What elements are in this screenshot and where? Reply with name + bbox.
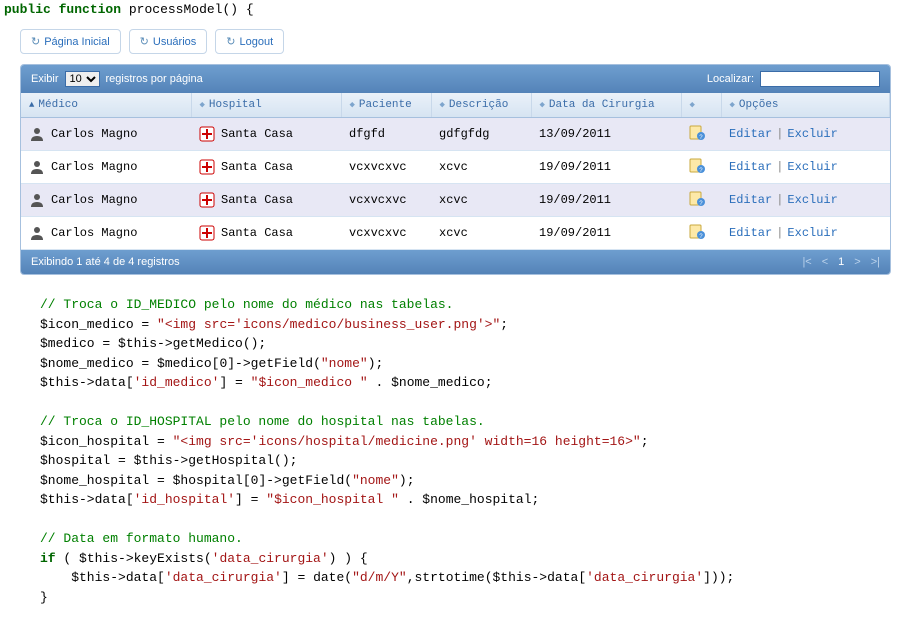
cell-paciente: dfgfd xyxy=(341,118,431,151)
cell-actions: Editar|Excluir xyxy=(721,118,890,151)
home-button[interactable]: ↻Página Inicial xyxy=(20,29,121,54)
cell-descricao: xcvc xyxy=(431,151,531,184)
user-icon xyxy=(29,126,45,142)
help-icon: ? xyxy=(689,223,705,239)
hospital-icon xyxy=(199,126,215,142)
cell-data: 19/09/2011 xyxy=(531,217,681,250)
edit-link[interactable]: Editar xyxy=(729,160,772,174)
code-block: // Troca o ID_MEDICO pelo nome do médico… xyxy=(0,275,911,627)
pager-prev[interactable]: < xyxy=(822,256,828,268)
table-info: Exibindo 1 até 4 de 4 registros xyxy=(31,256,180,268)
pager-next[interactable]: > xyxy=(854,256,860,268)
svg-text:?: ? xyxy=(699,233,703,239)
cell-medico: Carlos Magno xyxy=(21,151,191,184)
user-icon xyxy=(29,225,45,241)
cell-data: 19/09/2011 xyxy=(531,184,681,217)
col-medico[interactable]: ▲Médico xyxy=(21,93,191,118)
pager-first[interactable]: |< xyxy=(802,256,811,268)
cell-actions: Editar|Excluir xyxy=(721,184,890,217)
cell-actions: Editar|Excluir xyxy=(721,217,890,250)
per-page-label: registros por página xyxy=(106,73,203,85)
delete-link[interactable]: Excluir xyxy=(787,226,837,240)
delete-link[interactable]: Excluir xyxy=(787,127,837,141)
hospital-icon xyxy=(199,159,215,175)
edit-link[interactable]: Editar xyxy=(729,127,772,141)
sort-icon: ◆ xyxy=(440,100,445,110)
table-row: Carlos MagnoSanta Casavcxvcxvcxcvc19/09/… xyxy=(21,151,890,184)
table-row: Carlos MagnoSanta Casadfgfdgdfgfdg13/09/… xyxy=(21,118,890,151)
panel-footer: Exibindo 1 até 4 de 4 registros |< < 1 >… xyxy=(21,250,890,274)
cell-data: 19/09/2011 xyxy=(531,151,681,184)
search-label: Localizar: xyxy=(707,73,754,85)
cell-paciente: vcxvcxvc xyxy=(341,184,431,217)
cell-hospital: Santa Casa xyxy=(191,118,341,151)
col-hospital[interactable]: ◆Hospital xyxy=(191,93,341,118)
sort-icon: ◆ xyxy=(350,100,355,110)
cell-actions: Editar|Excluir xyxy=(721,151,890,184)
cell-help[interactable]: ? xyxy=(681,217,721,250)
col-descricao[interactable]: ◆Descrição xyxy=(431,93,531,118)
sort-icon: ◆ xyxy=(690,100,695,110)
user-icon xyxy=(29,159,45,175)
edit-link[interactable]: Editar xyxy=(729,193,772,207)
cell-hospital: Santa Casa xyxy=(191,217,341,250)
user-icon xyxy=(29,192,45,208)
cell-descricao: xcvc xyxy=(431,217,531,250)
refresh-icon: ↻ xyxy=(140,35,149,48)
edit-link[interactable]: Editar xyxy=(729,226,772,240)
hospital-icon xyxy=(199,225,215,241)
refresh-icon: ↻ xyxy=(31,35,40,48)
function-name: processModel xyxy=(129,2,223,17)
cell-descricao: gdfgfdg xyxy=(431,118,531,151)
cell-descricao: xcvc xyxy=(431,184,531,217)
code-header: public function processModel() { xyxy=(0,0,911,19)
help-icon: ? xyxy=(689,157,705,173)
delete-link[interactable]: Excluir xyxy=(787,193,837,207)
svg-text:?: ? xyxy=(699,200,703,206)
keyword-public: public xyxy=(4,2,51,17)
col-data[interactable]: ◆Data da Cirurgia xyxy=(531,93,681,118)
pager: |< < 1 > >| xyxy=(802,256,880,268)
sort-icon: ◆ xyxy=(200,100,205,110)
table-row: Carlos MagnoSanta Casavcxvcxvcxcvc19/09/… xyxy=(21,217,890,250)
help-icon: ? xyxy=(689,124,705,140)
cell-hospital: Santa Casa xyxy=(191,151,341,184)
cell-help[interactable]: ? xyxy=(681,184,721,217)
cell-help[interactable]: ? xyxy=(681,151,721,184)
col-help[interactable]: ◆ xyxy=(681,93,721,118)
cell-hospital: Santa Casa xyxy=(191,184,341,217)
refresh-icon: ↻ xyxy=(226,35,235,48)
pager-last[interactable]: >| xyxy=(871,256,880,268)
sort-asc-icon: ▲ xyxy=(29,100,34,110)
pager-current[interactable]: 1 xyxy=(838,256,844,268)
data-table: ▲Médico ◆Hospital ◆Paciente ◆Descrição ◆… xyxy=(21,93,890,250)
page-size-select[interactable]: 10 xyxy=(65,71,100,87)
cell-help[interactable]: ? xyxy=(681,118,721,151)
table-row: Carlos MagnoSanta Casavcxvcxvcxcvc19/09/… xyxy=(21,184,890,217)
sort-icon: ◆ xyxy=(730,100,735,110)
cell-paciente: vcxvcxvc xyxy=(341,151,431,184)
cell-medico: Carlos Magno xyxy=(21,118,191,151)
show-label: Exibir xyxy=(31,73,59,85)
data-panel: Exibir 10 registros por página Localizar… xyxy=(20,64,891,275)
help-icon: ? xyxy=(689,190,705,206)
sort-icon: ◆ xyxy=(540,100,545,110)
cell-medico: Carlos Magno xyxy=(21,184,191,217)
cell-paciente: vcxvcxvc xyxy=(341,217,431,250)
cell-medico: Carlos Magno xyxy=(21,217,191,250)
keyword-function: function xyxy=(59,2,121,17)
cell-data: 13/09/2011 xyxy=(531,118,681,151)
hospital-icon xyxy=(199,192,215,208)
panel-header: Exibir 10 registros por página Localizar… xyxy=(21,65,890,93)
col-paciente[interactable]: ◆Paciente xyxy=(341,93,431,118)
toolbar: ↻Página Inicial ↻Usuários ↻Logout xyxy=(0,19,911,64)
users-button[interactable]: ↻Usuários xyxy=(129,29,208,54)
logout-button[interactable]: ↻Logout xyxy=(215,29,284,54)
delete-link[interactable]: Excluir xyxy=(787,160,837,174)
svg-text:?: ? xyxy=(699,167,703,173)
svg-text:?: ? xyxy=(699,134,703,140)
search-input[interactable] xyxy=(760,71,880,87)
col-opcoes: ◆Opções xyxy=(721,93,890,118)
